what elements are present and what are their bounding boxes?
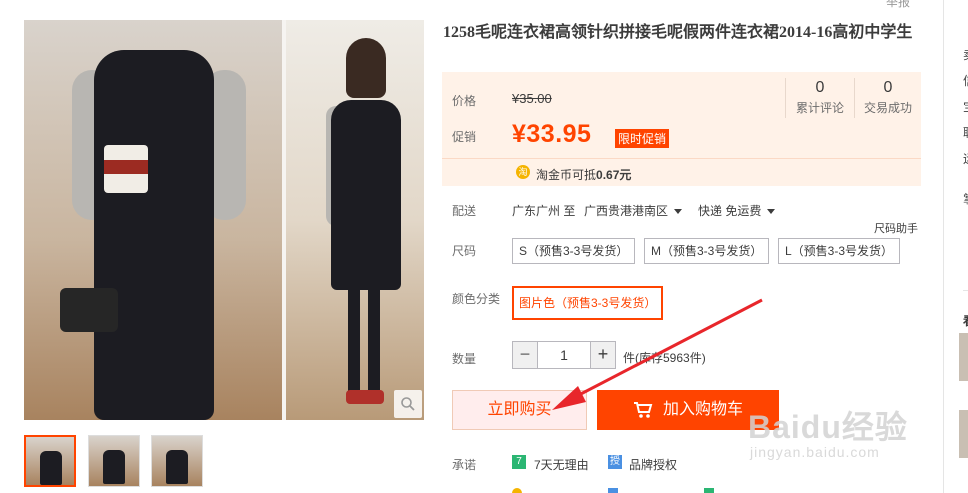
size-option-l[interactable]: L（预售3-3号发货） — [778, 238, 901, 264]
sidebar-thumbnail[interactable] — [959, 410, 968, 458]
buy-now-button[interactable]: 立即购买 — [452, 390, 587, 430]
original-price: ¥35.00 — [512, 91, 552, 106]
review-label: 累计评论 — [795, 101, 844, 115]
main-product-image[interactable] — [24, 20, 424, 420]
price-label: 价格 — [452, 94, 477, 108]
stat-divider — [785, 78, 786, 118]
zoom-button[interactable] — [394, 390, 422, 418]
brand-authorization-icon: 授 — [608, 455, 622, 469]
quantity-label: 数量 — [452, 352, 477, 366]
product-photo-front — [24, 20, 282, 420]
cup-sleeve — [104, 160, 148, 174]
dress-shape — [331, 100, 401, 290]
chevron-down-icon — [674, 209, 683, 215]
promo-price: ¥33.95 — [512, 120, 592, 148]
review-stat[interactable]: 0 累计评论 — [790, 79, 850, 116]
taobao-coin-icon: 淘 — [516, 165, 530, 179]
coin-discount: 淘金币可抵0.67元 — [536, 166, 631, 183]
watermark-main: Baidu经验 — [748, 409, 908, 445]
product-photo-side — [286, 20, 424, 420]
baidu-watermark: Baidu经验 jingyan.baidu.com — [748, 402, 908, 460]
seven-day-return-icon: 7 — [512, 455, 526, 469]
thumbnail-2[interactable] — [88, 435, 140, 487]
delivery-from: 广东广州 至 — [512, 204, 576, 218]
magnifier-icon — [401, 397, 415, 411]
delivery-destination[interactable]: 广西贵港港南区 — [584, 202, 683, 219]
seven-day-return-text[interactable]: 7天无理由 — [534, 456, 589, 473]
thumbnail-dress — [103, 450, 125, 484]
cart-icon — [633, 402, 653, 418]
delivery-method-text: 快递 免运费 — [698, 204, 762, 218]
thumbnail-1[interactable] — [24, 435, 76, 487]
thumbnail-3[interactable] — [151, 435, 203, 487]
dress-shape — [94, 50, 214, 420]
delivery-to: 广西贵港港南区 — [584, 204, 669, 218]
promise-icon-partial — [512, 488, 522, 493]
thumbnail-dress — [40, 451, 62, 485]
size-label: 尺码 — [452, 244, 477, 258]
sidebar-text: 信 — [963, 72, 968, 89]
sidebar-text: 掌 — [963, 190, 968, 207]
sidebar-text: 联 — [963, 124, 968, 141]
delivery-label: 配送 — [452, 204, 477, 218]
deal-count: 0 — [883, 79, 893, 96]
coin-text: 淘金币可抵 — [536, 168, 597, 182]
delivery-method[interactable]: 快递 免运费 — [698, 202, 776, 219]
coin-amount: 0.67元 — [596, 168, 632, 182]
coin-row — [442, 158, 921, 187]
size-helper-link[interactable]: 尺码助手 — [874, 220, 918, 236]
leg-shape — [368, 285, 380, 395]
hair-shape — [346, 38, 386, 98]
thumbnail-dress — [166, 450, 188, 484]
quantity-input[interactable]: 1 — [538, 341, 590, 369]
size-option-m[interactable]: M（预售3-3号发货） — [644, 238, 770, 264]
product-title: 1258毛呢连衣裙高领针织拼接毛呢假两件连衣裙2014-16高初中学生 — [443, 24, 913, 41]
stat-divider — [854, 78, 855, 118]
quantity-decrease-button[interactable]: − — [512, 341, 538, 369]
shoes-shape — [346, 390, 384, 404]
quantity-increase-button[interactable]: + — [590, 341, 616, 369]
add-to-cart-label: 加入购物车 — [662, 401, 743, 418]
leg-shape — [348, 285, 360, 395]
size-option-s[interactable]: S（预售3-3号发货） — [512, 238, 636, 264]
sidebar-thumbnail[interactable] — [959, 333, 968, 381]
sidebar-divider — [963, 290, 968, 291]
promise-icon-partial — [608, 488, 618, 493]
promo-tag-badge: 限时促销 — [615, 129, 670, 148]
chevron-down-icon — [767, 209, 776, 215]
promise-label: 承诺 — [452, 458, 477, 472]
promise-icon-partial — [704, 488, 714, 493]
sidebar-text: 卖 — [963, 46, 968, 63]
report-link[interactable]: 举报 — [886, 0, 910, 10]
sidebar-text: 运 — [963, 150, 968, 167]
deal-stat: 0 交易成功 — [858, 79, 918, 116]
sidebar-heading: 看 — [963, 312, 968, 329]
quilted-bag — [60, 288, 118, 332]
brand-authorization-text[interactable]: 品牌授权 — [629, 456, 677, 473]
review-count: 0 — [815, 79, 825, 96]
deal-label: 交易成功 — [863, 101, 912, 115]
promo-label: 促销 — [452, 130, 477, 144]
sidebar-text: 宝 — [963, 98, 968, 115]
color-option-selected[interactable]: 图片色（预售3-3号发货） — [512, 286, 664, 320]
stock-info: 件(库存5963件) — [623, 351, 706, 365]
color-label: 颜色分类 — [452, 292, 501, 306]
